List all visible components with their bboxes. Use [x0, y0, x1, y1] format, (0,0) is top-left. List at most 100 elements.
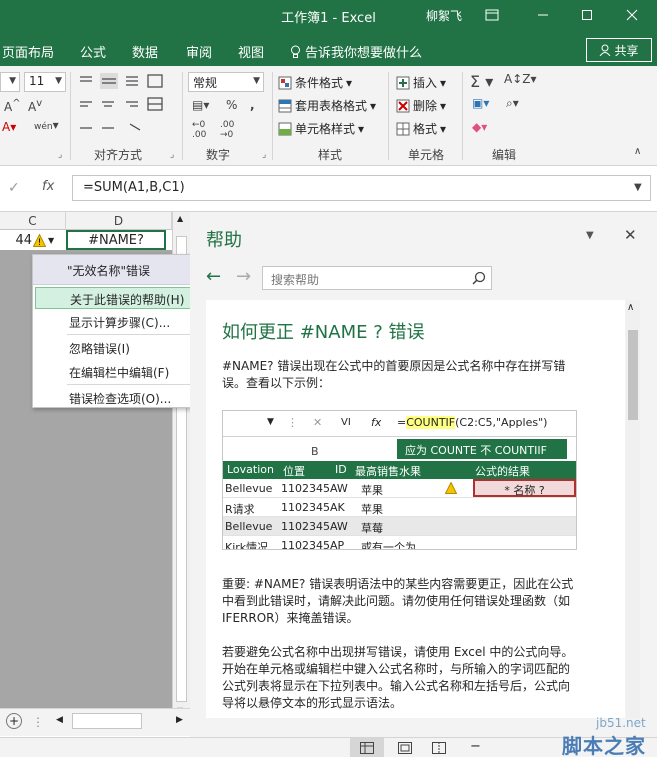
phonetic-icon[interactable]: wén▾	[34, 118, 59, 132]
formula-input[interactable]: =SUM(A1,B,C1)	[72, 175, 651, 201]
back-arrow-icon[interactable]: ←	[206, 266, 221, 287]
delete-cells-button[interactable]: 删除 ▾	[396, 97, 446, 114]
svg-text:!: !	[38, 238, 42, 247]
percent-icon[interactable]: %	[226, 98, 237, 112]
fill-icon[interactable]: ▣▾	[472, 96, 489, 110]
expand-formula-icon[interactable]: ▼	[634, 182, 642, 193]
menu-divider	[67, 384, 203, 385]
insert-function-icon[interactable]: fx	[42, 179, 54, 194]
new-sheet-icon[interactable]: +	[6, 713, 22, 729]
help-pane-title: 帮助	[206, 230, 242, 251]
pane-options-icon[interactable]: ▼	[586, 230, 594, 241]
column-header-d[interactable]: D	[66, 212, 172, 230]
watermark-site: jb51.net	[596, 716, 646, 730]
conditional-format-button[interactable]: 条件格式 ▾	[278, 74, 352, 91]
menu-item-show-calc-steps[interactable]: 显示计算步骤(C)...	[35, 311, 205, 333]
sheet-tab-bar: + ⋮ ◀ ▶	[0, 708, 190, 736]
error-menu-header: "无效名称"错误	[33, 255, 206, 285]
example-row: Bellevue 1102345AW 苹果 * 名称 ?	[223, 479, 576, 498]
help-search-input[interactable]: 搜索帮助	[262, 266, 492, 290]
example-cell: 1102345AK	[281, 501, 345, 514]
collapse-ribbon-icon[interactable]: ∧	[634, 146, 641, 157]
user-name[interactable]: 柳絮飞	[426, 7, 462, 24]
tab-view[interactable]: 视图	[238, 42, 264, 61]
sort-filter-icon[interactable]: A↕Z▾	[504, 72, 537, 86]
cell-styles-label: 单元格样式	[295, 122, 356, 136]
accounting-format-icon[interactable]: ▤▾	[192, 98, 209, 112]
example-cell: 苹果	[361, 503, 383, 516]
example-cell: 1102345AW	[281, 520, 348, 533]
alignment-buttons-icon[interactable]	[78, 72, 174, 142]
lightbulb-icon	[291, 45, 300, 58]
ribbon-display-options-icon[interactable]	[480, 4, 504, 26]
font-color-icon[interactable]: A▾	[2, 120, 16, 134]
tab-data[interactable]: 数据	[132, 42, 158, 61]
menu-item-ignore-error[interactable]: 忽略错误(I)	[35, 337, 205, 359]
comma-style-icon[interactable]: ,	[250, 98, 255, 112]
example-header-id: ID	[331, 461, 351, 479]
h-scroll-left-icon[interactable]: ◀	[56, 715, 63, 725]
group-label-styles: 样式	[318, 148, 343, 162]
cell-d-selected[interactable]: #NAME?	[66, 230, 166, 250]
page-layout-view-icon[interactable]	[398, 742, 412, 754]
minimize-icon[interactable]	[531, 4, 555, 26]
zoom-out-icon[interactable]: −	[470, 739, 481, 754]
example-result-cell: * 名称 ?	[473, 479, 576, 497]
font-name-combo[interactable]: ▼	[0, 72, 20, 92]
window-title: 工作簿1 - Excel	[281, 11, 376, 26]
example-cell: Kirk情况	[225, 541, 269, 550]
tab-scroll-icon[interactable]: ⋮	[32, 715, 44, 729]
format-as-table-button[interactable]: 套用表格格式 ▾	[278, 97, 376, 114]
number-format-combo[interactable]: 常规 ▼	[188, 72, 264, 92]
example-formula-function: COUNTIF	[406, 416, 456, 429]
page-break-view-icon[interactable]	[432, 742, 446, 754]
increase-decimal-icon[interactable]: ←0.00	[192, 120, 206, 140]
watermark: jb51.net 脚本之家	[560, 716, 657, 757]
close-pane-icon[interactable]: ✕	[624, 226, 637, 244]
table-format-icon	[278, 99, 292, 112]
article-title: 如何更正 #NAME ? 错误	[222, 322, 425, 343]
help-scroll-thumb[interactable]	[628, 330, 638, 420]
normal-view-button[interactable]	[350, 738, 384, 757]
group-label-editing: 编辑	[492, 148, 517, 162]
menu-item-edit-in-formula-bar[interactable]: 在编辑栏中编辑(F)	[35, 361, 205, 383]
h-scroll-thumb[interactable]	[72, 713, 142, 729]
decrease-font-icon[interactable]: Av	[28, 98, 42, 114]
font-size-combo[interactable]: 11 ▼	[24, 72, 66, 92]
cell-styles-button[interactable]: 单元格样式 ▾	[278, 120, 364, 137]
help-article: 如何更正 #NAME ? 错误 #NAME? 错误出现在公式中的首要原因是公式名…	[206, 300, 625, 718]
number-launcher-icon[interactable]: ⌟	[262, 150, 266, 160]
example-row: Kirk情况 1102345AP 或有一个为	[223, 536, 576, 550]
font-launcher-icon[interactable]: ⌟	[58, 150, 62, 160]
format-cells-button[interactable]: 格式 ▾	[396, 120, 446, 137]
tab-review[interactable]: 审阅	[186, 42, 212, 61]
increase-font-icon[interactable]: A^	[4, 98, 21, 114]
column-header-c[interactable]: C	[0, 212, 66, 230]
menu-item-error-checking-options[interactable]: 错误检查选项(O)...	[35, 387, 205, 409]
search-icon[interactable]	[472, 271, 486, 285]
tab-page-layout[interactable]: 页面布局	[2, 42, 54, 61]
error-indicator-button[interactable]: ! ▼	[33, 233, 59, 248]
normal-view-icon	[360, 742, 374, 754]
share-button[interactable]: 共享	[586, 38, 652, 62]
menu-item-help-on-error[interactable]: 关于此错误的帮助(H)	[35, 287, 205, 309]
article-important-note: 重要: #NAME? 错误表明语法中的某些内容需要更正，因此在公式中看到此错误时…	[222, 577, 574, 625]
decrease-decimal-icon[interactable]: .00 →0	[220, 120, 234, 140]
title-bar: 工作簿1 - Excel 柳絮飞	[0, 0, 657, 32]
tab-formulas[interactable]: 公式	[80, 42, 106, 61]
clear-icon[interactable]: ◆▾	[472, 120, 487, 134]
alignment-launcher-icon[interactable]: ⌟	[170, 150, 174, 160]
close-icon[interactable]	[620, 4, 644, 26]
find-select-icon[interactable]: ⌕▾	[506, 96, 519, 111]
help-scroll-up-icon[interactable]: ∧	[627, 302, 634, 313]
enter-check-icon[interactable]: ✓	[8, 180, 20, 196]
maximize-icon[interactable]	[575, 4, 599, 26]
insert-cells-button[interactable]: 插入 ▾	[396, 74, 446, 91]
scroll-up-icon[interactable]: ▲	[177, 214, 183, 223]
forward-arrow-icon[interactable]: →	[236, 266, 251, 287]
tell-me-box[interactable]: 告诉我你想要做什么	[290, 42, 422, 61]
help-scrollbar[interactable]: ∧	[626, 300, 640, 718]
example-cell: R请求	[225, 503, 255, 516]
autosum-icon[interactable]: Σ ▾	[470, 72, 493, 91]
h-scroll-right-icon[interactable]: ▶	[176, 715, 183, 725]
